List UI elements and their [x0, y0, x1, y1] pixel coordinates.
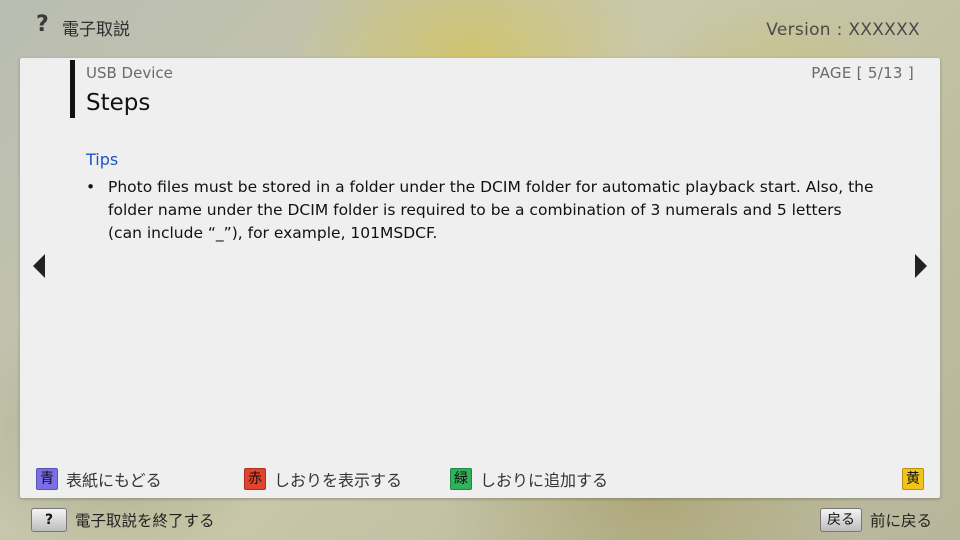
tip-text: Photo files must be stored in a folder u… — [108, 178, 874, 242]
exit-manual-button[interactable]: ? 電子取説を終了する — [31, 508, 215, 532]
page-indicator: PAGE [ 5/13 ] — [811, 64, 914, 82]
green-key-chip: 緑 — [450, 468, 472, 490]
blue-key-cover-button[interactable]: 青 表紙にもどる — [36, 468, 162, 490]
list-item: • Photo files must be stored in a folder… — [86, 176, 876, 245]
section-name: USB Device — [86, 64, 173, 82]
back-label: 前に戻る — [869, 512, 932, 530]
manual-page-panel: USB Device PAGE [ 5/13 ] Steps Tips • Ph… — [20, 58, 940, 498]
tips-heading: Tips — [86, 150, 119, 169]
green-key-label: しおりに追加する — [480, 471, 609, 490]
bullet-icon: • — [86, 178, 96, 196]
header-accent-bar — [70, 60, 75, 118]
previous-page-arrow-icon[interactable] — [33, 254, 45, 278]
tips-list: • Photo files must be stored in a folder… — [86, 176, 876, 245]
red-key-chip: 赤 — [244, 468, 266, 490]
app-title: 電子取説 — [62, 20, 130, 40]
next-page-arrow-icon[interactable] — [915, 254, 927, 278]
footer-bar: ? 電子取説を終了する 戻る 前に戻る — [0, 506, 960, 536]
blue-key-chip: 青 — [36, 468, 58, 490]
back-key-icon: 戻る — [819, 508, 862, 532]
help-key-icon: ? — [31, 508, 67, 532]
version-label: Version : XXXXXX — [766, 20, 920, 40]
red-key-bookmarks-button[interactable]: 赤 しおりを表示する — [244, 468, 402, 490]
yellow-key-chip: 黄 — [902, 468, 924, 490]
red-key-label: しおりを表示する — [274, 471, 403, 490]
top-bar: ? 電子取説 Version : XXXXXX — [0, 0, 960, 56]
help-icon: ? — [36, 12, 49, 37]
yellow-key-button[interactable]: 黄 — [902, 468, 924, 490]
page-title: Steps — [86, 90, 151, 116]
green-key-add-bookmark-button[interactable]: 緑 しおりに追加する — [450, 468, 608, 490]
blue-key-label: 表紙にもどる — [66, 471, 162, 490]
back-button[interactable]: 戻る 前に戻る — [819, 508, 932, 532]
exit-label: 電子取説を終了する — [75, 512, 215, 530]
